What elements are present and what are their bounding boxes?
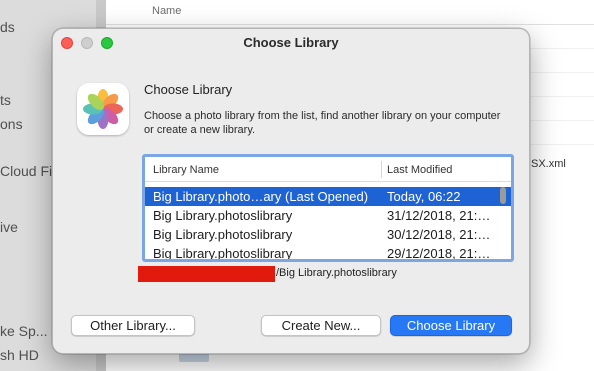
library-name: Big Library.photoslibrary bbox=[153, 208, 293, 223]
choose-library-dialog: Choose Library Choose Library Choose a p… bbox=[52, 28, 530, 354]
background-sidebar-item: ons bbox=[0, 116, 23, 132]
library-last-modified: Today, 06:22 bbox=[387, 189, 461, 204]
library-row[interactable]: Big Library.photoslibrary 30/12/2018, 21… bbox=[145, 225, 511, 244]
title-bar: Choose Library bbox=[53, 29, 529, 57]
library-row[interactable]: Big Library.photoslibrary 29/12/2018, 21… bbox=[145, 244, 511, 259]
column-header-library-name[interactable]: Library Name bbox=[153, 164, 219, 176]
library-list-scrollbar[interactable] bbox=[500, 187, 506, 204]
library-name: Big Library.photoslibrary bbox=[153, 227, 293, 242]
create-new-button[interactable]: Create New... bbox=[261, 315, 381, 336]
background-sidebar-item: sh HD bbox=[0, 347, 39, 363]
library-row[interactable]: Big Library.photoslibrary 31/12/2018, 21… bbox=[145, 206, 511, 225]
background-sidebar-item: ke Sp... bbox=[0, 323, 48, 339]
background-column-header: Name bbox=[152, 5, 182, 17]
other-library-button[interactable]: Other Library... bbox=[71, 315, 195, 336]
library-last-modified: 30/12/2018, 21:… bbox=[387, 227, 491, 242]
background-sidebar-item: Cloud Fi bbox=[0, 163, 53, 179]
library-row[interactable]: Big Library.photo…ary (Last Opened) Toda… bbox=[145, 187, 511, 206]
library-path: /Big Library.photoslibrary bbox=[276, 267, 397, 279]
redacted-path-segment bbox=[138, 266, 275, 282]
background-sidebar-item: ive bbox=[0, 219, 18, 235]
library-last-modified: 29/12/2018, 21:… bbox=[387, 246, 491, 259]
column-header-last-modified[interactable]: Last Modified bbox=[387, 164, 452, 176]
column-divider bbox=[381, 161, 382, 178]
background-sidebar-item: ds bbox=[0, 19, 15, 35]
background-header-divider bbox=[106, 24, 594, 25]
library-last-modified: 31/12/2018, 21:… bbox=[387, 208, 491, 223]
background-file-name: SX.xml bbox=[531, 158, 566, 170]
dialog-description: Choose a photo library from the list, fi… bbox=[144, 110, 501, 136]
library-list-header: Library Name Last Modified bbox=[145, 157, 511, 182]
photos-app-icon bbox=[77, 83, 129, 135]
window-title: Choose Library bbox=[243, 35, 339, 50]
library-name: Big Library.photo…ary (Last Opened) bbox=[153, 189, 369, 204]
background-sidebar-item: ts bbox=[0, 92, 11, 108]
library-name: Big Library.photoslibrary bbox=[153, 246, 293, 259]
choose-library-button[interactable]: Choose Library bbox=[390, 315, 512, 336]
library-list[interactable]: Library Name Last Modified Big Library.p… bbox=[142, 154, 514, 262]
dialog-heading: Choose Library bbox=[144, 82, 233, 97]
